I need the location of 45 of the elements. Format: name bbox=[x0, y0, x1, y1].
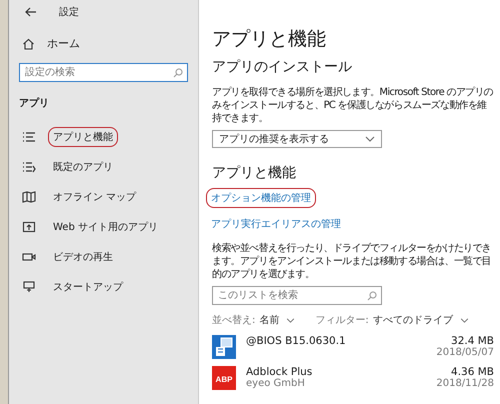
app-icon: ABP bbox=[212, 366, 236, 390]
sidebar-item[interactable]: アプリと機能 bbox=[19, 128, 188, 145]
sort-dropdown[interactable]: 並べ替え: 名前 bbox=[212, 313, 296, 327]
sidebar-item[interactable]: Web サイト用のアプリ bbox=[19, 218, 188, 235]
app-name: @BIOS B15.0630.1 bbox=[246, 335, 347, 347]
filter-dropdown[interactable]: フィルター: すべてのドライブ bbox=[315, 313, 469, 327]
page-title: アプリと機能 bbox=[212, 27, 327, 52]
dropdown[interactable]: アプリの推奨を表示する bbox=[212, 130, 382, 148]
item-icon bbox=[22, 190, 36, 202]
home-link[interactable]: ホーム bbox=[19, 36, 188, 51]
window-title: 設定 bbox=[59, 6, 79, 19]
section-heading: アプリのインストール bbox=[212, 58, 353, 76]
sidebar-item[interactable]: ビデオの再生 bbox=[19, 248, 188, 265]
sidebar-item[interactable]: 既定のアプリ bbox=[19, 158, 188, 175]
section-heading: アプリと機能 bbox=[212, 164, 297, 182]
description-text: 検索や並べ替えを行ったり、ドライブでフィルターをかけたりできます。アプリをアンインストールまたは移動する場合は、一覧で目的のアプリを選びます。 bbox=[212, 242, 492, 281]
home-icon bbox=[22, 38, 35, 50]
app-row[interactable]: ABP Adblock Plus eyeo GmbH 4.36 MB 2018/11/28 bbox=[212, 366, 494, 390]
search-field[interactable]: このリストを検索 bbox=[212, 286, 382, 305]
app-publisher: eyeo GmbH bbox=[246, 378, 306, 389]
item-icon bbox=[22, 130, 36, 142]
section-heading: アプリ bbox=[19, 96, 50, 110]
chevron-down-icon bbox=[365, 136, 375, 142]
installer-icon bbox=[212, 335, 236, 359]
description-text: アプリを取得できる場所を選択します。Microsoft Store のアプリのみをインストールすると、PC を保護しながらスムーズな動作を維持できます。 bbox=[212, 86, 494, 125]
link[interactable]: アプリ実行エイリアスの管理 bbox=[206, 214, 346, 234]
item-icon bbox=[22, 250, 36, 262]
sidebar-item[interactable]: オフライン マップ bbox=[19, 188, 188, 205]
sidebar-item[interactable]: スタートアップ bbox=[19, 278, 188, 295]
item-icon bbox=[22, 280, 36, 292]
chevron-down-icon bbox=[460, 318, 469, 322]
app-size: 32.4 MB bbox=[451, 335, 494, 347]
back-arrow-icon[interactable] bbox=[25, 7, 37, 17]
link[interactable]: オプション機能の管理 bbox=[206, 188, 316, 208]
search-icon bbox=[173, 68, 183, 78]
app-row[interactable]: @BIOS B15.0630.1 32.4 MB 2018/05/07 bbox=[212, 335, 494, 359]
app-date: 2018/05/07 bbox=[436, 347, 494, 358]
search-field[interactable]: 設定の検索 bbox=[19, 63, 188, 82]
search-icon bbox=[367, 290, 377, 300]
item-icon bbox=[22, 160, 36, 172]
app-size: 4.36 MB bbox=[451, 366, 494, 378]
item-icon bbox=[22, 220, 36, 232]
chevron-down-icon bbox=[286, 318, 296, 322]
app-name: Adblock Plus bbox=[246, 366, 314, 378]
app-date: 2018/11/28 bbox=[436, 378, 494, 389]
